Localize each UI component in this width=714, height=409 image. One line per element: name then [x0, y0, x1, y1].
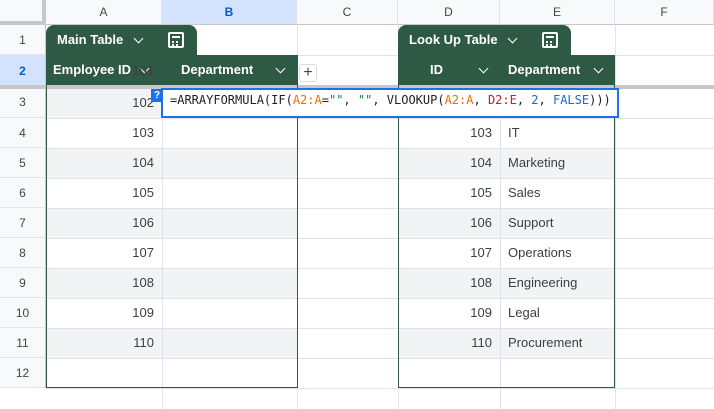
- formula-token: A2:A: [292, 93, 322, 107]
- main-table-name[interactable]: Main Table: [57, 25, 123, 55]
- formula-token: 2: [531, 93, 539, 107]
- column-header-f[interactable]: F: [615, 0, 714, 25]
- add-column-icon[interactable]: +: [299, 64, 317, 82]
- lookup-department-cell[interactable]: Engineering: [508, 268, 577, 298]
- select-all-corner[interactable]: [0, 0, 46, 25]
- formula-token: =ARRAYFORMULA(IF(: [170, 93, 293, 107]
- grid-hline: [46, 388, 714, 389]
- formula-token: ))): [589, 93, 611, 107]
- lookup-id-cell[interactable]: 103: [398, 118, 492, 148]
- row-header-12[interactable]: 12: [0, 358, 46, 388]
- lookup-department-cell[interactable]: Support: [508, 208, 554, 238]
- grid-vline: [615, 25, 616, 409]
- formula-token: "": [328, 93, 344, 107]
- formula-token: "": [357, 93, 373, 107]
- lookup-table-calculator-icon[interactable]: [542, 32, 558, 48]
- employee-id-cell[interactable]: 109: [46, 298, 154, 328]
- formula-token: FALSE: [552, 93, 590, 107]
- lookup-department-cell[interactable]: Marketing: [508, 148, 565, 178]
- row-header-3[interactable]: 3: [0, 87, 46, 118]
- row-header-4[interactable]: 4: [0, 118, 46, 148]
- formula-token: , VLOOKUP(: [372, 93, 445, 107]
- formula-input[interactable]: =ARRAYFORMULA(IF(A2:A="", "", VLOOKUP(A2…: [170, 88, 611, 112]
- formula-token: =: [321, 93, 329, 107]
- lookup-department-cell[interactable]: Legal: [508, 298, 540, 328]
- formula-token: ,: [473, 93, 488, 107]
- lookup-department-cell[interactable]: Sales: [508, 178, 541, 208]
- help-icon[interactable]: ?: [151, 89, 163, 102]
- employee-id-cell[interactable]: 108: [46, 268, 154, 298]
- lookup-table-header-id[interactable]: ID: [430, 55, 443, 85]
- column-header-d[interactable]: D: [398, 0, 500, 25]
- lookup-department-cell[interactable]: IT: [508, 118, 520, 148]
- lookup-id-cell[interactable]: 109: [398, 298, 492, 328]
- lookup-table-header-department[interactable]: Department: [508, 55, 580, 85]
- lookup-id-cell[interactable]: 107: [398, 238, 492, 268]
- employee-id-cell[interactable]: 105: [46, 178, 154, 208]
- row-header-9[interactable]: 9: [0, 268, 46, 298]
- row-header-6[interactable]: 6: [0, 178, 46, 208]
- lookup-id-cell[interactable]: 108: [398, 268, 492, 298]
- employee-id-cell[interactable]: 106: [46, 208, 154, 238]
- row-header-2[interactable]: 2: [0, 55, 46, 87]
- column-header-a[interactable]: A: [46, 0, 162, 25]
- lookup-table-name[interactable]: Look Up Table: [409, 25, 498, 55]
- main-table-header-department[interactable]: Department: [181, 55, 253, 85]
- row-header-10[interactable]: 10: [0, 298, 46, 328]
- column-header-b[interactable]: B: [162, 0, 297, 25]
- employee-id-cell[interactable]: 110: [46, 328, 154, 358]
- formula-token: ,: [343, 93, 358, 107]
- formula-token: ,: [516, 93, 532, 107]
- employee-id-cell[interactable]: 102: [46, 87, 154, 118]
- formula-token: D2:E: [487, 93, 517, 107]
- row-header-1[interactable]: 1: [0, 25, 46, 55]
- lookup-id-cell[interactable]: 110: [398, 328, 492, 358]
- employee-id-cell[interactable]: 107: [46, 238, 154, 268]
- formula-token: ,: [538, 93, 553, 107]
- lookup-id-cell[interactable]: 106: [398, 208, 492, 238]
- employee-id-cell[interactable]: 101: [46, 55, 154, 87]
- lookup-id-cell[interactable]: 105: [398, 178, 492, 208]
- formula-token: A2:A: [444, 93, 474, 107]
- row-header-5[interactable]: 5: [0, 148, 46, 178]
- employee-id-cell[interactable]: 104: [46, 148, 154, 178]
- lookup-department-cell[interactable]: Procurement: [508, 328, 582, 358]
- row-header-11[interactable]: 11: [0, 328, 46, 358]
- main-table-calculator-icon[interactable]: [168, 32, 184, 48]
- row-header-8[interactable]: 8: [0, 238, 46, 268]
- column-header-e[interactable]: E: [500, 0, 615, 25]
- lookup-id-cell[interactable]: 104: [398, 148, 492, 178]
- employee-id-cell[interactable]: 103: [46, 118, 154, 148]
- row-header-7[interactable]: 7: [0, 208, 46, 238]
- column-header-c[interactable]: C: [297, 0, 398, 25]
- lookup-department-cell[interactable]: Operations: [508, 238, 572, 268]
